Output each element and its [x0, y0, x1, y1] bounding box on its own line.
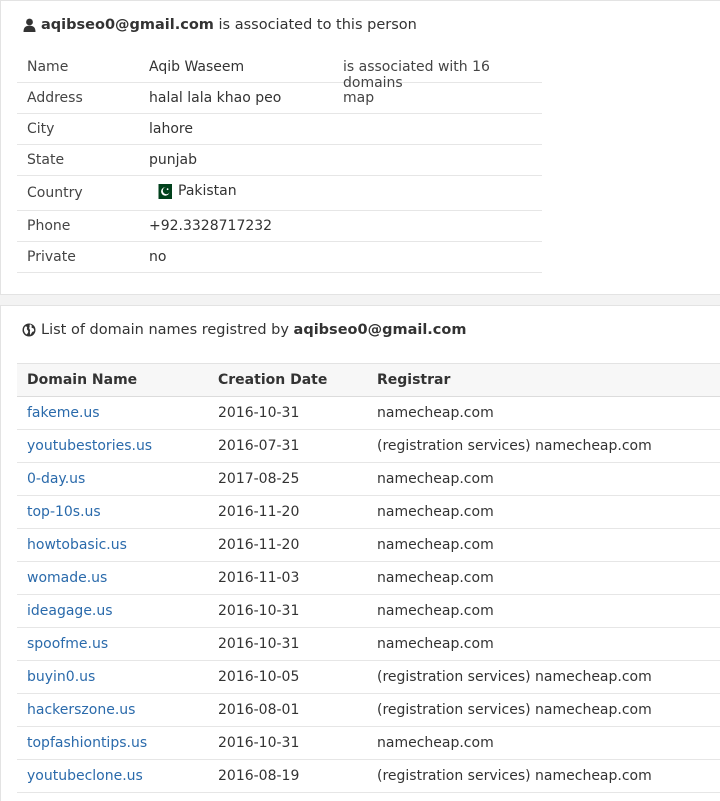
- creation-date: 2016-10-31: [218, 405, 300, 421]
- info-value: +92.3328717232: [149, 218, 273, 234]
- country-name: Pakistan: [178, 183, 237, 199]
- domains-heading-email: aqibseo0@gmail.com: [293, 322, 467, 338]
- creation-date: 2016-08-01: [218, 702, 300, 718]
- registrar: namecheap.com: [377, 636, 494, 652]
- domain-link[interactable]: top-10s.us: [27, 504, 101, 520]
- registrar: namecheap.com: [377, 471, 494, 487]
- creation-date: 2016-10-31: [218, 735, 300, 751]
- table-row: fakeme.us 2016-10-31 namecheap.com: [17, 397, 720, 430]
- person-name-link[interactable]: Aqib Waseem: [149, 59, 244, 75]
- domains-heading: List of domain names registred by aqibse…: [22, 322, 466, 338]
- creation-date: 2016-10-05: [218, 669, 300, 685]
- domain-link[interactable]: ideagage.us: [27, 603, 113, 619]
- registrar: (registration services) namecheap.com: [377, 438, 652, 454]
- creation-date: 2016-07-31: [218, 438, 300, 454]
- domain-link[interactable]: howtobasic.us: [27, 537, 127, 553]
- registrar: namecheap.com: [377, 537, 494, 553]
- table-row: spoofme.us 2016-10-31 namecheap.com: [17, 628, 720, 661]
- globe-icon: [22, 323, 36, 337]
- person-heading: aqibseo0@gmail.com is associated to this…: [22, 17, 417, 33]
- person-heading-email: aqibseo0@gmail.com: [41, 17, 214, 33]
- registrar: (registration services) namecheap.com: [377, 669, 652, 685]
- registrar: namecheap.com: [377, 504, 494, 520]
- table-row: youtubeclone.us 2016-08-19 (registration s…: [17, 760, 720, 793]
- info-label: State: [27, 152, 65, 168]
- info-value: punjab: [149, 152, 197, 168]
- info-label: Private: [27, 249, 76, 265]
- info-row-state: State punjab: [17, 145, 542, 176]
- info-value: lahore: [149, 121, 193, 137]
- domains-table-header: Domain Name Creation Date Registrar: [17, 363, 720, 397]
- creation-date: 2016-11-20: [218, 537, 300, 553]
- info-row-phone: Phone +92.3328717232: [17, 211, 542, 242]
- person-info-table: Name Aqib Waseem is associated with 16 d…: [17, 52, 542, 273]
- info-row-private: Private no: [17, 242, 542, 273]
- domain-link[interactable]: buyin0.us: [27, 669, 95, 685]
- info-row-country: Country Pakistan: [17, 176, 542, 211]
- table-row: buyin0.us 2016-10-05 (registration service…: [17, 661, 720, 694]
- table-row: howtobasic.us 2016-11-20 namecheap.com: [17, 529, 720, 562]
- domain-link[interactable]: womade.us: [27, 570, 107, 586]
- info-label: City: [27, 121, 55, 137]
- domain-link[interactable]: fakeme.us: [27, 405, 100, 421]
- info-value: no: [149, 249, 167, 265]
- info-label: Phone: [27, 218, 71, 234]
- registrar: namecheap.com: [377, 603, 494, 619]
- registrar: namecheap.com: [377, 405, 494, 421]
- domain-link[interactable]: hackerszone.us: [27, 702, 135, 718]
- info-label: Country: [27, 185, 83, 201]
- creation-date: 2016-10-31: [218, 636, 300, 652]
- table-row: topfashiontips.us 2016-10-31 namecheap.com: [17, 727, 720, 760]
- domain-link[interactable]: youtubeclone.us: [27, 768, 143, 784]
- registrar: (registration services) namecheap.com: [377, 768, 652, 784]
- info-row-name: Name Aqib Waseem is associated with 16 d…: [17, 52, 542, 91]
- creation-date: 2016-10-31: [218, 603, 300, 619]
- info-row-city: City lahore: [17, 114, 542, 145]
- table-row: top-10s.us 2016-11-20 namecheap.com: [17, 496, 720, 529]
- domain-link[interactable]: topfashiontips.us: [27, 735, 147, 751]
- registrar: namecheap.com: [377, 570, 494, 586]
- registrar: (registration services) namecheap.com: [377, 702, 652, 718]
- table-row: womade.us 2016-11-03 namecheap.com: [17, 562, 720, 595]
- map-link[interactable]: map: [343, 90, 374, 106]
- info-label: Address: [27, 90, 83, 106]
- domain-link[interactable]: spoofme.us: [27, 636, 108, 652]
- domain-link[interactable]: youtubestories.us: [27, 438, 152, 454]
- registrar: namecheap.com: [377, 735, 494, 751]
- domains-table: Domain Name Creation Date Registrar fake…: [17, 363, 720, 793]
- creation-date: 2016-08-19: [218, 768, 300, 784]
- info-value: halal lala khao peo: [149, 90, 282, 106]
- pakistan-flag-icon: [154, 183, 172, 199]
- country-value: Pakistan: [149, 183, 237, 199]
- column-header-domain: Domain Name: [27, 372, 138, 388]
- user-icon: [22, 18, 36, 32]
- creation-date: 2016-11-20: [218, 504, 300, 520]
- table-row: hackerszone.us 2016-08-01 (registration se…: [17, 694, 720, 727]
- domain-link[interactable]: 0-day.us: [27, 471, 85, 487]
- table-row: youtubestories.us 2016-07-31 (registration…: [17, 430, 720, 463]
- table-row: ideagage.us 2016-10-31 namecheap.com: [17, 595, 720, 628]
- column-header-registrar: Registrar: [377, 372, 451, 388]
- person-heading-suffix: is associated to this person: [213, 17, 417, 33]
- creation-date: 2016-11-03: [218, 570, 300, 586]
- table-row: 0-day.us 2017-08-25 namecheap.com: [17, 463, 720, 496]
- info-label: Name: [27, 59, 69, 75]
- info-row-address: Address halal lala khao peo map: [17, 83, 542, 114]
- creation-date: 2017-08-25: [218, 471, 300, 487]
- column-header-date: Creation Date: [218, 372, 328, 388]
- domains-heading-prefix: List of domain names registred by: [41, 322, 294, 338]
